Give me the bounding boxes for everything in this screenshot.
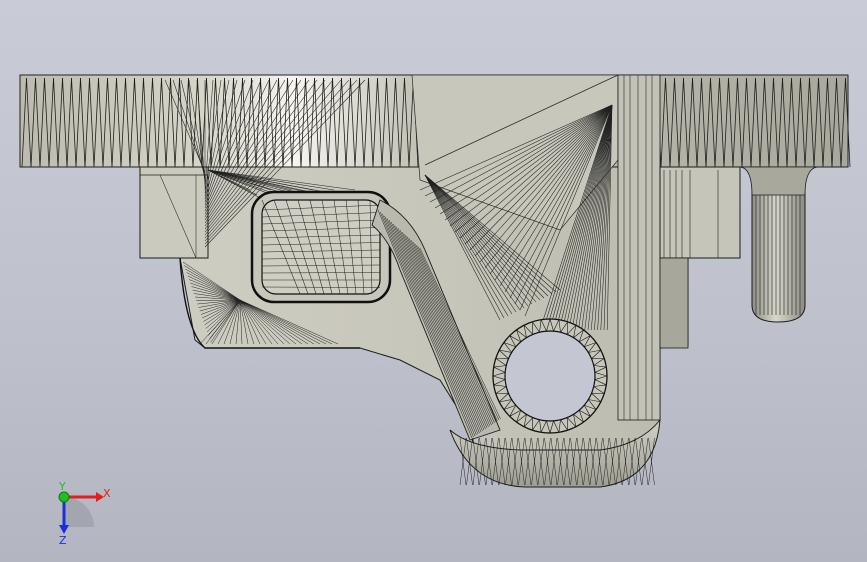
- x-label: X: [103, 487, 111, 500]
- through-hole[interactable]: [504, 330, 596, 422]
- y-axis-dot-icon: [58, 491, 70, 503]
- dowel-pin[interactable]: [739, 166, 819, 323]
- right-boss[interactable]: [659, 166, 741, 349]
- z-label: Z: [59, 534, 67, 547]
- z-arrow-head-icon: [59, 525, 69, 534]
- y-label: Y: [58, 480, 66, 493]
- rect-window[interactable]: [250, 190, 392, 304]
- coordinate-triad: X Y Z: [58, 480, 111, 547]
- left-boss[interactable]: [139, 166, 209, 259]
- cad-viewport[interactable]: X Y Z: [0, 0, 867, 562]
- model-canvas[interactable]: X Y Z: [0, 0, 867, 562]
